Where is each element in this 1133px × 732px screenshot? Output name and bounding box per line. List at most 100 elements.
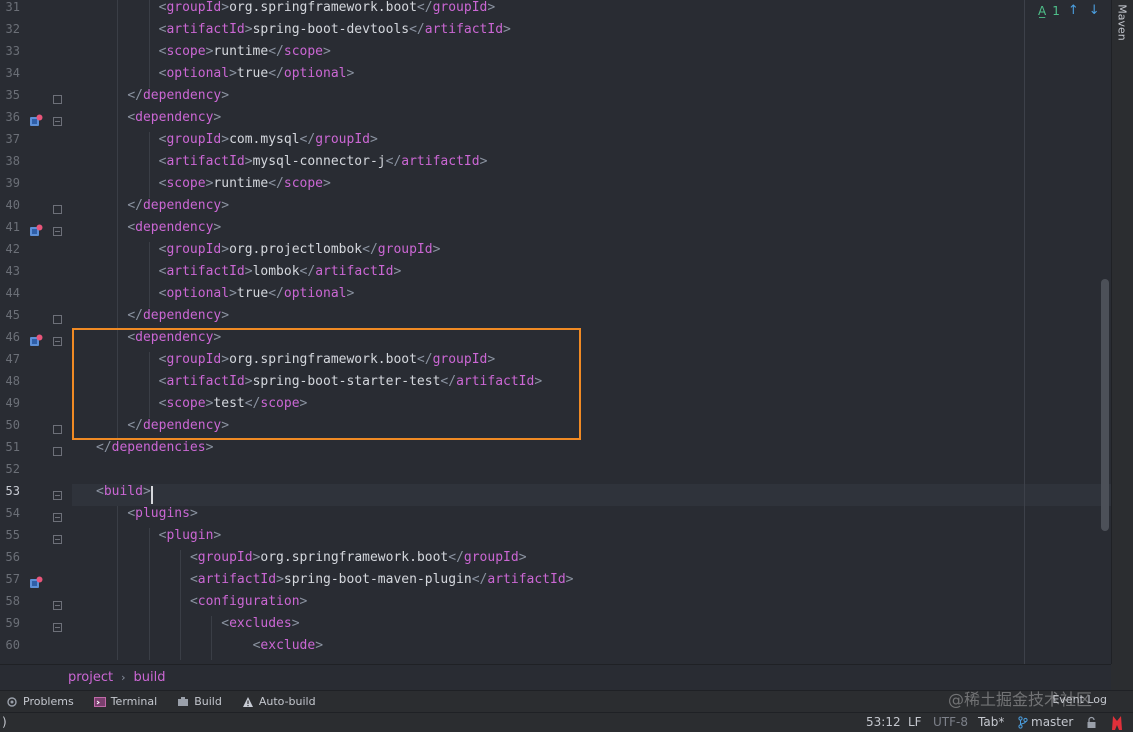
line-number: 45 [5,308,20,322]
tag-bracket: </ [127,88,143,103]
code-line[interactable]: <dependency> [72,220,1111,242]
tag-name: dependency [135,220,214,235]
code-line[interactable]: <optional>true</optional> [72,66,1111,88]
code-line[interactable]: <excludes> [72,616,1111,638]
tool-window-label: Auto-build [258,695,316,708]
previous-highlight-icon[interactable]: ↑ [1066,3,1081,18]
indent-setting[interactable]: Tab* [978,715,1004,729]
line-number: 42 [5,242,20,256]
maven-dependency-icon[interactable] [28,223,44,239]
code-line[interactable]: </dependencies> [72,440,1111,462]
spellcheck-icon[interactable]: A̲ [1038,4,1046,18]
fold-toggle-icon[interactable] [53,227,62,236]
line-number: 43 [5,264,20,278]
tag-bracket: > [221,198,230,213]
fold-toggle-icon[interactable] [53,491,62,500]
breadcrumb-separator: › [121,671,126,684]
fold-toggle-icon[interactable] [53,535,62,544]
maven-dependency-icon[interactable] [28,575,44,591]
code-line[interactable]: <artifactId>lombok</artifactId> [72,264,1111,286]
tag-name: plugin [166,528,214,543]
fold-toggle-icon[interactable] [53,601,62,610]
tag-bracket: > [244,154,253,169]
status-message[interactable]: ) [2,715,7,729]
code-line[interactable]: <scope>runtime</scope> [72,44,1111,66]
tag-bracket: > [189,506,198,521]
maven-tool-tab[interactable]: Maven [1112,0,1132,44]
tag-bracket: > [221,308,230,323]
fold-toggle-icon[interactable] [53,205,62,214]
code-line[interactable]: <exclude> [72,638,1111,660]
code-line[interactable]: <groupId>org.projectlombok</groupId> [72,242,1111,264]
scrollbar-thumb[interactable] [1101,279,1109,531]
code-line[interactable]: <groupId>org.springframework.boot</group… [72,550,1111,572]
code-line[interactable]: <dependency> [72,110,1111,132]
code-line[interactable]: <groupId>org.springframework.boot</group… [72,0,1111,22]
code-line[interactable]: <scope>test</scope> [72,396,1111,418]
tag-bracket: > [221,352,230,367]
breadcrumb-project[interactable]: project [68,670,113,685]
code-line[interactable]: <groupId>org.springframework.boot</group… [72,352,1111,374]
inspection-widget[interactable]: A̲ 1 ↑ ↓ [1038,3,1102,18]
code-line[interactable]: <artifactId>mysql-connector-j</artifactI… [72,154,1111,176]
tag-bracket: > [315,638,324,653]
tool-window-auto-build[interactable]: Auto-build [242,695,316,708]
tag-bracket: > [221,242,230,257]
maven-dependency-icon[interactable] [28,113,44,129]
code-line[interactable]: </dependency> [72,88,1111,110]
breadcrumb-build[interactable]: build [134,670,166,685]
tag-value: spring-boot-maven-plugin [283,572,472,587]
line-gutter[interactable]: 31 32 33 34 35 36 37 38 39 40 41 42 43 44 45 46 47 48 49 50… [0,0,72,664]
tag-bracket: </ [409,22,425,37]
code-line[interactable]: <groupId>com.mysql</groupId> [72,132,1111,154]
code-line[interactable]: <scope>runtime</scope> [72,176,1111,198]
lock-icon[interactable] [1086,716,1097,729]
tag-name: dependency [142,88,222,103]
line-separator[interactable]: LF [908,715,922,729]
code-line[interactable]: <optional>true</optional> [72,286,1111,308]
tool-window-problems[interactable]: Problems [6,695,74,708]
tag-bracket: </ [385,154,402,169]
maven-dependency-icon[interactable] [28,333,44,349]
tool-window-label: Build [194,695,222,708]
tag-bracket: > [142,484,151,499]
code-line[interactable]: </dependency> [72,308,1111,330]
right-tool-stripe [1111,0,1133,664]
tag-name: groupId [166,352,222,367]
vertical-scrollbar[interactable] [1099,0,1111,664]
caret-position[interactable]: 53:12 [866,715,901,729]
code-line[interactable]: <build> [72,484,1111,506]
code-line[interactable] [72,462,1111,484]
fold-toggle-icon[interactable] [53,117,62,126]
code-line[interactable]: <artifactId>spring-boot-maven-plugin</ar… [72,572,1111,594]
code-line[interactable]: </dependency> [72,418,1111,440]
tool-window-terminal[interactable]: Terminal [93,695,157,708]
mascot-icon[interactable] [1110,715,1124,731]
fold-toggle-icon[interactable] [53,95,62,104]
code-line[interactable]: <plugin> [72,528,1111,550]
fold-toggle-icon[interactable] [53,337,62,346]
file-encoding[interactable]: UTF-8 [933,715,968,729]
tag-bracket: > [213,330,222,345]
tag-bracket: > [221,88,230,103]
tag-name: groupId [166,132,222,147]
fold-toggle-icon[interactable] [53,425,62,434]
fold-toggle-icon[interactable] [53,513,62,522]
tool-window-build[interactable]: Build [177,695,222,708]
code-line[interactable]: <dependency> [72,330,1111,352]
code-line[interactable]: <artifactId>spring-boot-starter-test</ar… [72,374,1111,396]
code-line[interactable]: </dependency> [72,198,1111,220]
code-line[interactable]: <configuration> [72,594,1111,616]
fold-toggle-icon[interactable] [53,447,62,456]
fold-toggle-icon[interactable] [53,315,62,324]
fold-toggle-icon[interactable] [53,623,62,632]
line-number: 41 [5,220,20,234]
tag-value: true [236,286,269,301]
code-content[interactable]: <groupId>org.springframework.boot</group… [72,0,1111,664]
editor-area[interactable]: 31 32 33 34 35 36 37 38 39 40 41 42 43 44 45 46 47 48 49 50… [0,0,1111,664]
tag-name: groupId [166,242,222,257]
code-line[interactable]: <artifactId>spring-boot-devtools</artifa… [72,22,1111,44]
git-branch[interactable]: master [1018,715,1073,729]
code-line[interactable]: <plugins> [72,506,1111,528]
tag-value: true [236,66,269,81]
